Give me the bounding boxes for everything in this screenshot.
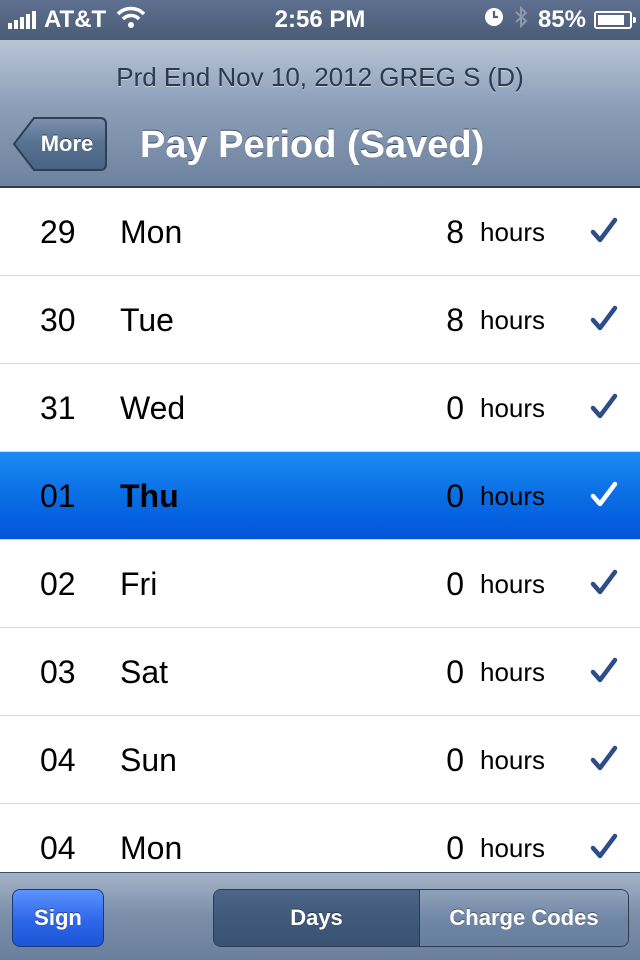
- sign-button[interactable]: Sign: [12, 889, 104, 947]
- clock-icon: [484, 6, 504, 34]
- row-day: Mon: [120, 214, 183, 250]
- day-row[interactable]: 01 Thu 0 hours: [0, 452, 640, 540]
- checkmark-icon: [590, 628, 630, 716]
- day-row[interactable]: 04 Sun 0 hours: [0, 716, 640, 804]
- row-hours-unit: hours: [480, 481, 546, 511]
- row-date: 31: [40, 390, 76, 426]
- day-row[interactable]: 04 Mon 0 hours: [0, 804, 640, 872]
- row-hours-unit: hours: [480, 833, 546, 863]
- row-date: 04: [40, 742, 76, 778]
- bottom-toolbar: Sign Days Charge Codes: [0, 872, 640, 960]
- row-hours-unit: hours: [480, 305, 546, 335]
- battery-fill: [598, 15, 624, 25]
- back-button-label: More: [40, 131, 94, 156]
- checkmark-icon: [590, 188, 630, 276]
- battery-icon: [594, 11, 636, 29]
- row-date: 30: [40, 302, 76, 338]
- charge-codes-segment[interactable]: Charge Codes: [420, 890, 628, 946]
- battery-percent: 85%: [537, 6, 586, 33]
- day-row[interactable]: 02 Fri 0 hours: [0, 540, 640, 628]
- row-day: Tue: [120, 302, 174, 338]
- row-date: 03: [40, 654, 76, 690]
- view-segmented-control: Days Charge Codes: [213, 889, 629, 947]
- row-date: 29: [40, 214, 76, 250]
- row-hours-unit: hours: [480, 393, 546, 423]
- status-bar: AT&T 2:56 PM 85%: [0, 0, 640, 40]
- row-hours: 8: [446, 214, 464, 250]
- row-day: Thu: [120, 478, 179, 514]
- back-button[interactable]: More: [12, 116, 108, 172]
- checkmark-icon: [590, 276, 630, 364]
- checkmark-icon: [590, 804, 630, 872]
- row-date: 02: [40, 566, 76, 602]
- checkmark-icon: [590, 452, 630, 540]
- row-hours-unit: hours: [480, 569, 546, 599]
- row-hours: 0: [446, 830, 464, 866]
- day-row[interactable]: 29 Mon 8 hours: [0, 188, 640, 276]
- row-day: Sun: [120, 742, 177, 778]
- row-day: Wed: [120, 390, 186, 426]
- row-hours-unit: hours: [480, 217, 546, 247]
- battery-nub: [633, 17, 636, 23]
- checkmark-icon: [590, 716, 630, 804]
- bluetooth-icon: [514, 5, 528, 35]
- day-row[interactable]: 30 Tue 8 hours: [0, 276, 640, 364]
- nav-prompt: Prd End Nov 10, 2012 GREG S (D): [116, 62, 524, 92]
- row-day: Fri: [120, 566, 158, 602]
- row-hours-unit: hours: [480, 745, 546, 775]
- row-day: Sat: [120, 654, 169, 690]
- row-hours: 0: [446, 390, 464, 426]
- row-date: 01: [40, 478, 76, 514]
- page-title: Pay Period (Saved): [140, 124, 485, 166]
- row-hours: 0: [446, 478, 464, 514]
- row-hours: 0: [446, 742, 464, 778]
- row-hours: 8: [446, 302, 464, 338]
- checkmark-icon: [590, 540, 630, 628]
- checkmark-icon: [590, 364, 630, 452]
- day-row[interactable]: 03 Sat 0 hours: [0, 628, 640, 716]
- days-segment[interactable]: Days: [214, 890, 420, 946]
- day-row[interactable]: 31 Wed 0 hours: [0, 364, 640, 452]
- row-day: Mon: [120, 830, 183, 866]
- navigation-bar: Prd End Nov 10, 2012 GREG S (D) More Pay…: [0, 40, 640, 188]
- row-hours: 0: [446, 566, 464, 602]
- screen: AT&T 2:56 PM 85% Prd End Nov 10, 2012 GR…: [0, 0, 640, 960]
- row-hours: 0: [446, 654, 464, 690]
- row-hours-unit: hours: [480, 657, 546, 687]
- status-right: 85%: [484, 0, 636, 40]
- day-list: 29 Mon 8 hours 30 Tue 8 hours 31 Wed 0 hours 01 Thu 0 h…: [0, 188, 640, 872]
- row-date: 04: [40, 830, 76, 866]
